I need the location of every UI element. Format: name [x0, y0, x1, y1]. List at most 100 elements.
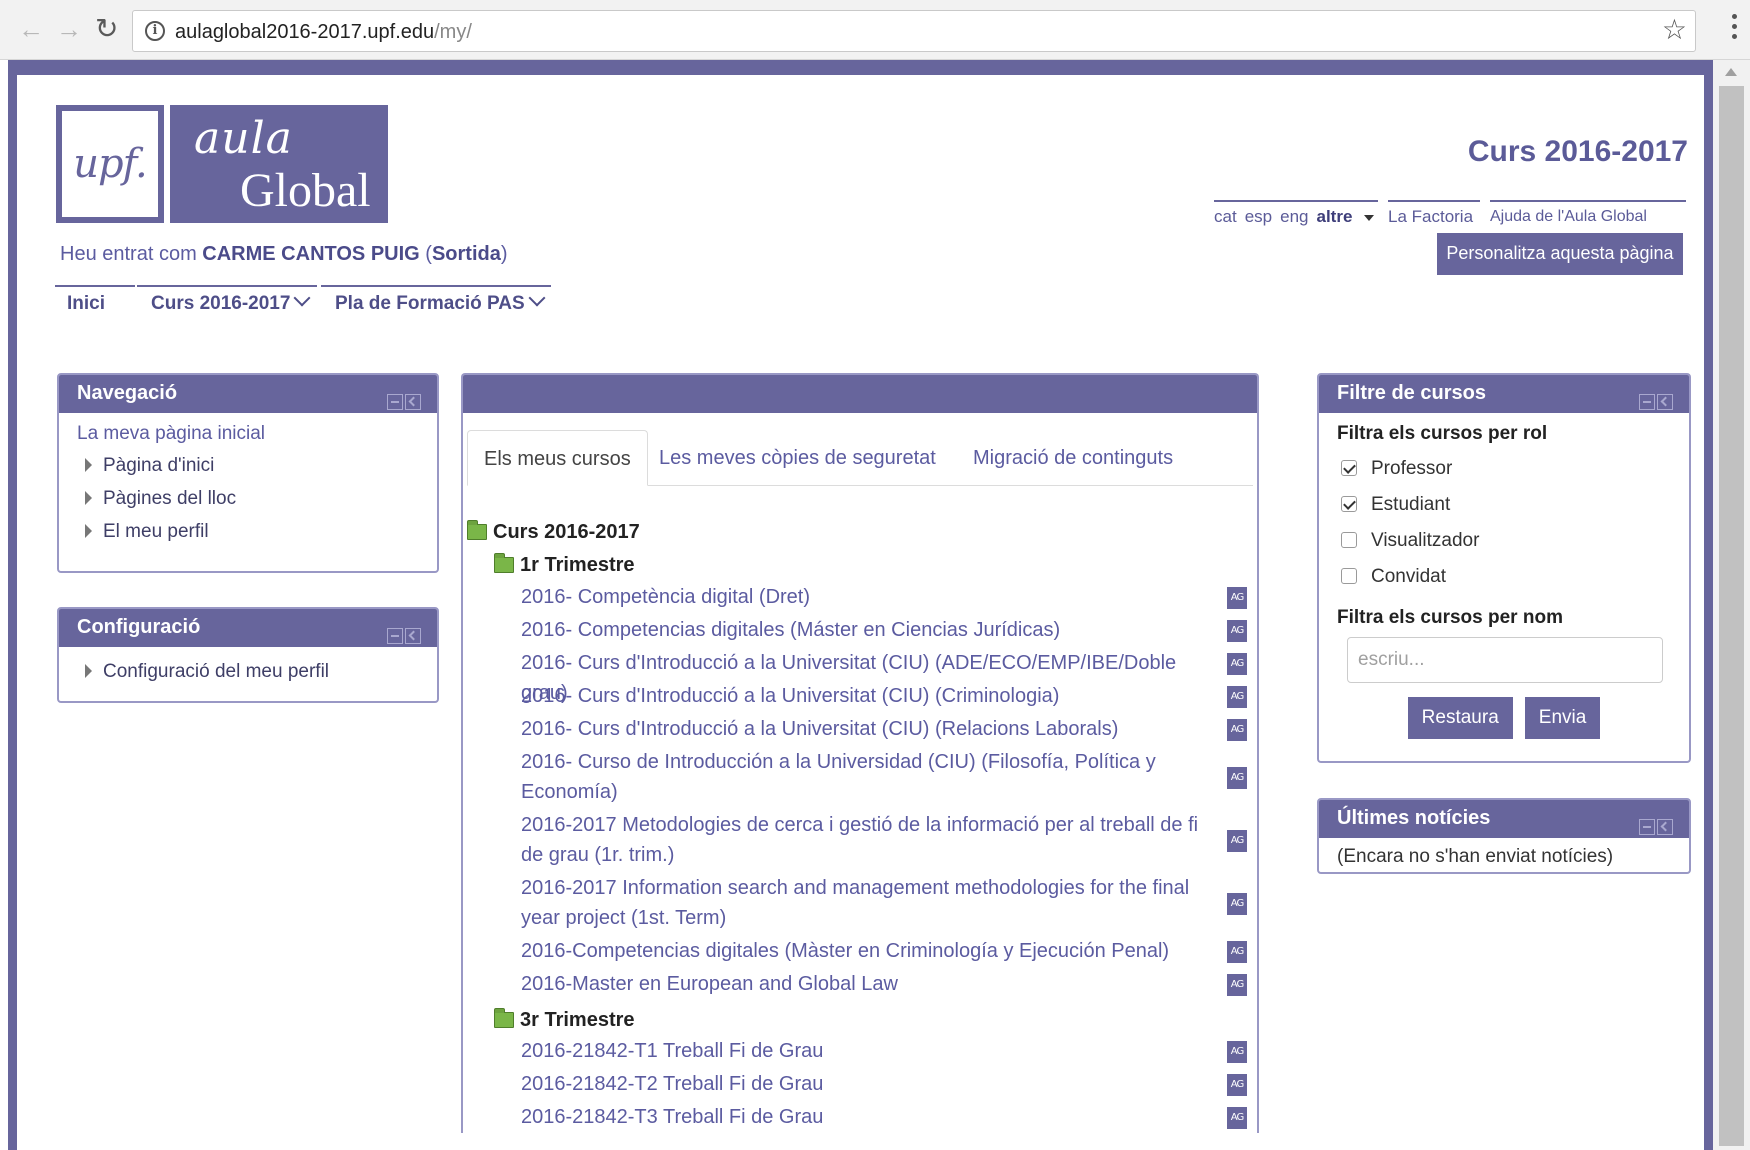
settings-block-title: Configuració [77, 616, 201, 638]
tab-content-migration[interactable]: Migració de continguts [957, 430, 1189, 486]
checkbox-professor[interactable] [1341, 460, 1357, 476]
dock-icon[interactable] [405, 628, 421, 644]
filter-buttons: Restaura Envia [1337, 697, 1671, 739]
reset-button[interactable]: Restaura [1407, 697, 1513, 739]
aula-global-course-icon[interactable]: AG [1227, 767, 1247, 789]
menu-pla-label: Pla de Formació PAS [335, 293, 525, 314]
aula-global-course-icon[interactable]: AG [1227, 1107, 1247, 1129]
tab-my-courses[interactable]: Els meus cursos [467, 430, 648, 486]
role-estudiant-option[interactable]: Estudiant [1337, 489, 1671, 525]
dock-icon[interactable] [1657, 394, 1673, 410]
latest-news-block: Últimes notícies (Encara no s'han enviat… [1317, 798, 1691, 874]
settings-my-profile[interactable]: Configuració del meu perfil [85, 661, 437, 683]
lang-eng[interactable]: eng [1280, 207, 1308, 226]
aula-global-course-icon[interactable]: AG [1227, 686, 1247, 708]
course-link[interactable]: 2016-Competencias digitales (Màster en C… [521, 936, 1201, 966]
nav-my-profile[interactable]: El meu perfil [85, 521, 437, 543]
aula-global-course-icon[interactable]: AG [1227, 893, 1247, 915]
user-name-link[interactable]: CARME CANTOS PUIG [202, 243, 419, 265]
course-link[interactable]: 2016-Master en European and Global Law [521, 969, 1201, 999]
folder-root[interactable]: Curs 2016-2017 [467, 520, 640, 544]
menu-inici[interactable]: Inici [55, 285, 135, 315]
aula-global-course-icon[interactable]: AG [1227, 620, 1247, 642]
course-link[interactable]: 2016- Curs d'Introducció a la Universita… [521, 681, 1201, 711]
send-button[interactable]: Envia [1524, 697, 1601, 739]
minimize-icon[interactable] [387, 628, 403, 644]
back-arrow-icon[interactable]: ← [18, 16, 44, 42]
upf-logo-text: upf. [62, 111, 158, 217]
expand-triangle-icon[interactable] [85, 524, 92, 538]
checkbox-estudiant[interactable] [1341, 496, 1357, 512]
caret-down-icon[interactable] [1364, 214, 1375, 221]
nav-my-home[interactable]: La meva pàgina inicial [77, 423, 437, 445]
expand-triangle-icon[interactable] [85, 458, 92, 472]
upf-aula-global-logo[interactable]: upf. aula Global [56, 105, 388, 223]
help-link[interactable]: Ajuda de l'Aula Global [1490, 200, 1686, 226]
url-text[interactable]: aulaglobal2016-2017.upf.edu/my/ [175, 21, 472, 44]
course-link[interactable]: 2016-21842-T1 Treball Fi de Grau [521, 1036, 1201, 1066]
checkbox-convidat[interactable] [1341, 568, 1357, 584]
top-links: cat esp eng altre La Factoria Ajuda de l'Au… [1214, 200, 1686, 227]
filter-by-name-heading: Filtra els cursos per nom [1337, 607, 1563, 628]
reload-icon[interactable]: ↻ [95, 15, 118, 43]
address-bar[interactable]: i aulaglobal2016-2017.upf.edu/my/ ☆ [132, 10, 1696, 52]
aula-global-course-icon[interactable]: AG [1227, 974, 1247, 996]
aula-global-course-icon[interactable]: AG [1227, 941, 1247, 963]
minimize-icon[interactable] [1639, 394, 1655, 410]
aula-global-course-icon[interactable]: AG [1227, 587, 1247, 609]
aula-global-course-icon[interactable]: AG [1227, 1041, 1247, 1063]
course-link[interactable]: 2016- Curso de Introducción a la Univers… [521, 747, 1201, 807]
minimize-icon[interactable] [387, 394, 403, 410]
tab-my-backups[interactable]: Les meves còpies de seguretat [643, 430, 952, 486]
page-scrollbar[interactable] [1713, 60, 1750, 1150]
checkbox-visualitzador[interactable] [1341, 532, 1357, 548]
menu-curs[interactable]: Curs 2016-2017 [137, 285, 317, 315]
lang-esp[interactable]: esp [1245, 207, 1272, 226]
chevron-down-icon [293, 289, 311, 307]
scrollbar-thumb[interactable] [1719, 86, 1744, 1146]
menu-pla-formacio[interactable]: Pla de Formació PAS [321, 285, 551, 315]
forward-arrow-icon[interactable]: → [56, 16, 82, 42]
expand-triangle-icon[interactable] [85, 491, 92, 505]
course-name-search-input[interactable] [1347, 637, 1663, 683]
folder-icon [467, 520, 487, 540]
folder-trimestre-3[interactable]: 3r Trimestre [494, 1008, 635, 1032]
role-visualitzador-option[interactable]: Visualitzador [1337, 525, 1671, 561]
course-link[interactable]: 2016-21842-T2 Treball Fi de Grau [521, 1069, 1201, 1099]
course-link[interactable]: 2016- Competencias digitales (Máster en … [521, 615, 1201, 645]
lang-cat[interactable]: cat [1214, 207, 1237, 226]
logout-paren-open: ( [419, 243, 432, 265]
aula-global-course-icon[interactable]: AG [1227, 830, 1247, 852]
scroll-up-arrow-icon[interactable] [1725, 68, 1737, 76]
my-courses-block: Els meus cursos Les meves còpies de segu… [461, 373, 1259, 1133]
course-link[interactable]: 2016- Curs d'Introducció a la Universita… [521, 714, 1201, 744]
minimize-icon[interactable] [1639, 819, 1655, 835]
nav-site-home-label: Pàgina d'inici [103, 455, 215, 476]
aula-global-course-icon[interactable]: AG [1227, 1074, 1247, 1096]
nav-site-pages[interactable]: Pàgines del lloc [85, 488, 437, 510]
role-convidat-option[interactable]: Convidat [1337, 561, 1671, 597]
language-menu: cat esp eng altre [1214, 200, 1378, 227]
expand-triangle-icon[interactable] [85, 664, 92, 678]
course-link[interactable]: 2016-21842-T3 Treball Fi de Grau [521, 1102, 1201, 1132]
aula-global-course-icon[interactable]: AG [1227, 719, 1247, 741]
dock-icon[interactable] [405, 394, 421, 410]
course-link[interactable]: 2016-2017 Metodologies de cerca i gestió… [521, 810, 1201, 870]
aula-global-course-icon[interactable]: AG [1227, 653, 1247, 675]
course-link[interactable]: 2016-2017 Information search and managem… [521, 873, 1201, 933]
course-link[interactable]: 2016- Competència digital (Dret) [521, 582, 1201, 612]
settings-block: Configuració Configuració del meu perfil [57, 607, 439, 703]
latest-news-empty: (Encara no s'han enviat notícies) [1337, 846, 1614, 867]
customize-page-button[interactable]: Personalitza aquesta pàgina [1437, 233, 1683, 275]
logout-link[interactable]: Sortida [432, 243, 501, 265]
folder-trimestre-1[interactable]: 1r Trimestre [494, 553, 635, 577]
bookmark-star-icon[interactable]: ☆ [1662, 15, 1687, 45]
nav-site-home[interactable]: Pàgina d'inici [85, 455, 437, 477]
dock-icon[interactable] [1657, 819, 1673, 835]
info-icon[interactable]: i [145, 21, 165, 41]
folder-trimestre-3-label: 3r Trimestre [520, 1009, 635, 1031]
lang-altre[interactable]: altre [1316, 207, 1352, 226]
browser-menu-icon[interactable] [1730, 14, 1738, 44]
role-professor-option[interactable]: Professor [1337, 453, 1671, 489]
factoria-link[interactable]: La Factoria [1388, 200, 1480, 227]
